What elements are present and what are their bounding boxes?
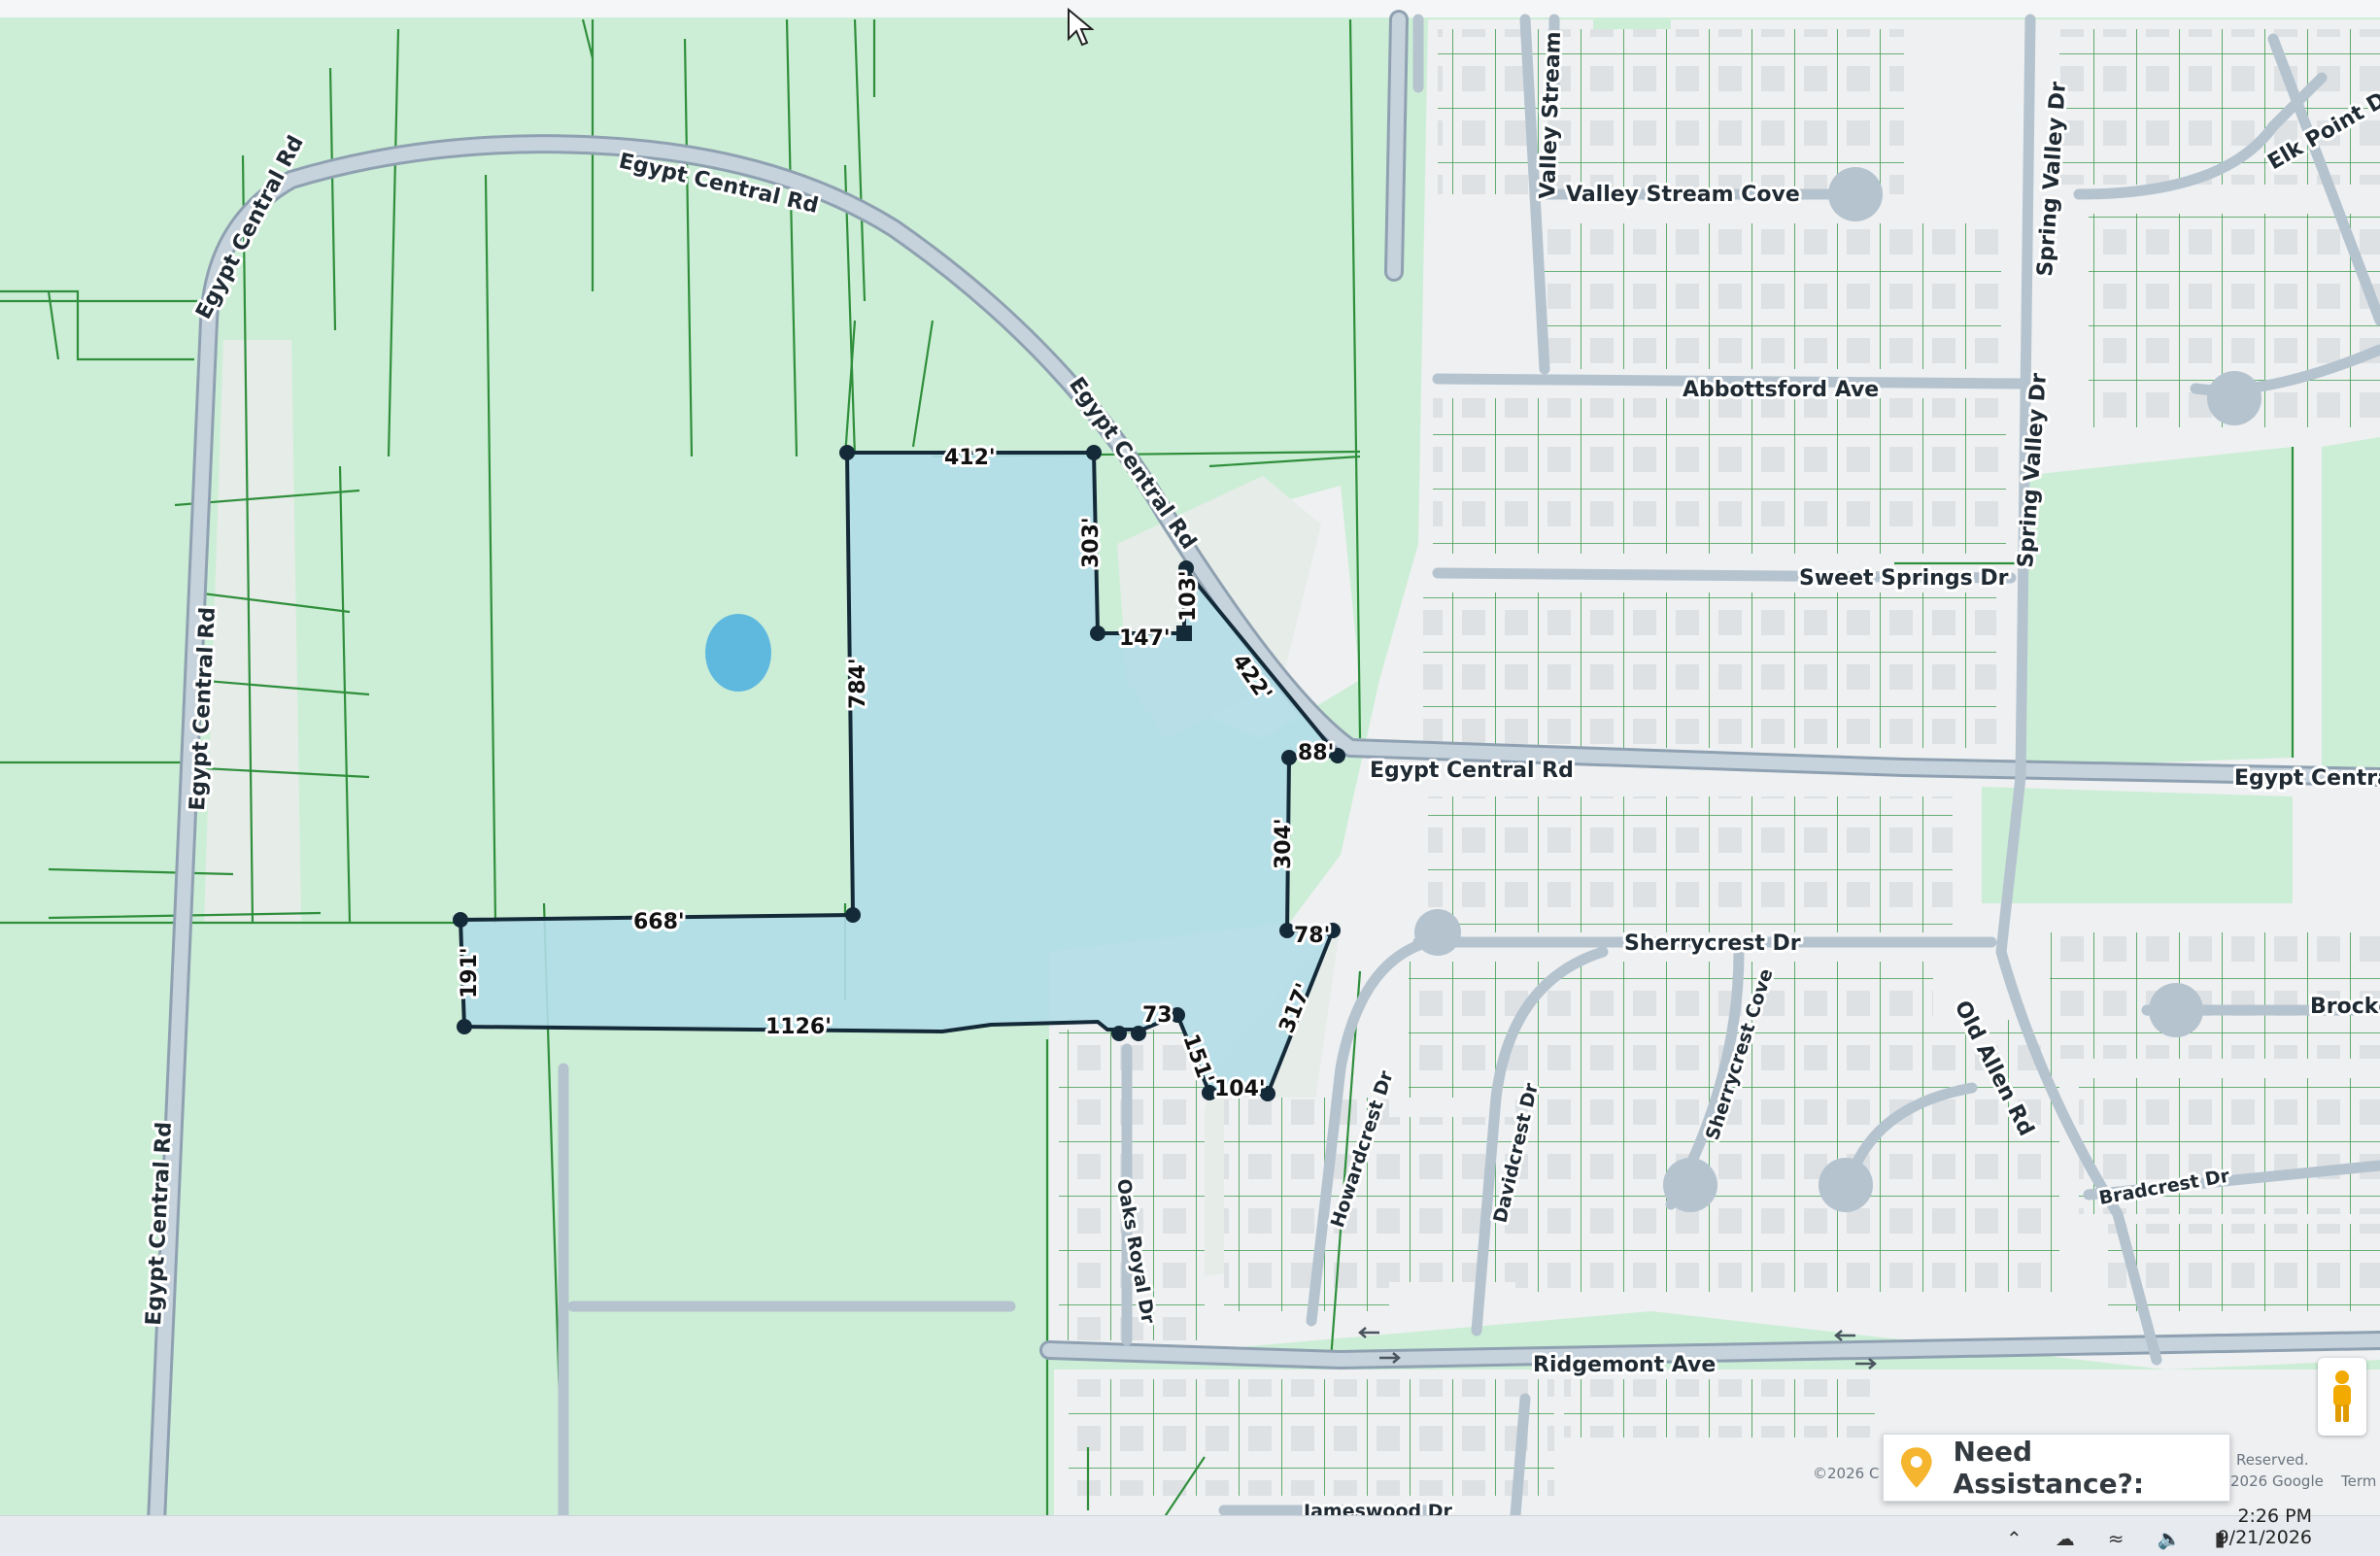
- dimension-784: 784': [846, 658, 870, 709]
- clock-time: 2:26 PM: [2237, 1505, 2312, 1527]
- need-assistance-button[interactable]: Need Assistance?:: [1883, 1434, 2230, 1502]
- browser-edge: [0, 0, 2380, 17]
- need-assistance-label: Need Assistance?:: [1953, 1436, 2145, 1500]
- copyright-google: 2026 Google: [2230, 1472, 2324, 1490]
- speaker-icon[interactable]: 🔈: [2158, 1527, 2182, 1550]
- dimension-104: 104': [1214, 1077, 1266, 1101]
- dimension-412: 412': [944, 446, 996, 470]
- dimension-668: 668': [633, 910, 685, 934]
- dimension-103: 103': [1176, 570, 1201, 622]
- dimension-1126: 1126': [765, 1015, 832, 1039]
- pond: [705, 614, 771, 692]
- pegman-icon: [2333, 1370, 2351, 1422]
- taskbar-clock[interactable]: 2:26 PM 9/21/2026: [2218, 1505, 2312, 1548]
- location-pin-icon: [1900, 1447, 1932, 1488]
- dimension-88: 88': [1298, 741, 1334, 765]
- road-label-ridgemont-ave: Ridgemont Ave: [1533, 1353, 1716, 1377]
- copyright-left: ©2026 C: [1813, 1465, 1879, 1482]
- map-screen: Egypt Central Rd Egypt Central Rd Egypt …: [0, 0, 2380, 1556]
- dimension-191: 191': [458, 947, 482, 998]
- parcel-map[interactable]: Egypt Central Rd Egypt Central Rd Egypt …: [0, 0, 2380, 1556]
- cloud-icon[interactable]: ☁: [2056, 1527, 2075, 1550]
- dimension-304: 304': [1272, 818, 1296, 869]
- road-label-egypt-central-right: Egypt Centra: [2234, 766, 2380, 791]
- wifi-icon[interactable]: ≈: [2108, 1527, 2125, 1550]
- road-label-brockc: Brockc: [2310, 995, 2380, 1019]
- dimension-78: 78': [1294, 924, 1330, 948]
- clock-date: 9/21/2026: [2217, 1527, 2312, 1548]
- mouse-cursor-icon: [1068, 8, 1094, 47]
- road-label-abbottsford-ave: Abbottsford Ave: [1683, 378, 1879, 402]
- copyright-terms: Term: [2340, 1472, 2376, 1490]
- road-label-egypt-central-rd-6: Egypt Central Rd: [1370, 759, 1574, 783]
- road-label-sweet-springs-dr: Sweet Springs Dr: [1799, 566, 2009, 591]
- road-label-valley-stream-cove: Valley Stream Cove: [1566, 183, 1800, 207]
- dimension-303: 303': [1079, 517, 1104, 568]
- road-label-sherrycrest-dr: Sherrycrest Dr: [1624, 931, 1801, 956]
- system-tray: ⌃ ☁ ≈ 🔈 ▮: [2006, 1527, 2225, 1550]
- dimension-73: 73: [1142, 1003, 1173, 1028]
- dimension-147: 147': [1119, 626, 1171, 651]
- copyright-reserved: Reserved.: [2236, 1451, 2309, 1469]
- chevron-up-icon[interactable]: ⌃: [2006, 1527, 2023, 1550]
- street-view-pegman[interactable]: [2318, 1358, 2366, 1436]
